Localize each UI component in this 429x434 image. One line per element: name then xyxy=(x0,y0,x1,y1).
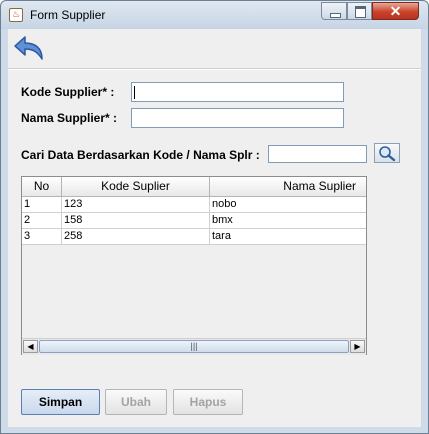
grip-icon: ||| xyxy=(190,341,198,351)
search-button[interactable] xyxy=(374,143,400,163)
cell-no: 3 xyxy=(22,229,62,244)
minimize-icon xyxy=(330,13,341,18)
scrollbar-thumb[interactable]: ||| xyxy=(39,340,349,353)
table-header: No Kode Suplier Nama Suplier xyxy=(22,177,366,197)
ubah-button[interactable]: Ubah xyxy=(105,389,167,415)
cell-kode: 258 xyxy=(62,229,210,244)
nama-supplier-label: Nama Supplier* : xyxy=(21,111,118,125)
search-label: Cari Data Berdasarkan Kode / Nama Splr : xyxy=(21,148,260,162)
horizontal-scrollbar[interactable]: ◀ ||| ▶ xyxy=(22,338,366,355)
table-row[interactable]: 3 258 tara xyxy=(22,229,366,245)
close-button[interactable]: ✕ xyxy=(372,2,419,20)
minimize-button[interactable] xyxy=(321,2,347,20)
table-row[interactable]: 1 123 nobo xyxy=(22,197,366,213)
column-header-nama[interactable]: Nama Suplier xyxy=(210,177,366,196)
cell-no: 1 xyxy=(22,197,62,212)
form-content: Kode Supplier* : Nama Supplier* : Cari D… xyxy=(8,29,421,427)
cell-no: 2 xyxy=(22,213,62,228)
back-arrow-icon xyxy=(14,36,43,60)
nama-supplier-input[interactable] xyxy=(131,108,344,128)
cell-nama: bmx xyxy=(212,214,233,226)
title-bar[interactable]: ♨ Form Supplier ✕ xyxy=(1,1,428,29)
text-caret xyxy=(134,86,135,99)
column-header-kode[interactable]: Kode Suplier xyxy=(62,177,210,196)
magnifier-icon xyxy=(379,146,396,162)
cell-nama: nobo xyxy=(212,198,237,210)
hapus-button[interactable]: Hapus xyxy=(173,389,243,415)
cell-nama: tara xyxy=(212,230,231,242)
kode-supplier-input[interactable] xyxy=(131,82,344,102)
form-supplier-window: ♨ Form Supplier ✕ Kode Supplier* : Nama … xyxy=(0,0,429,434)
window-title: Form Supplier xyxy=(30,8,106,22)
kode-supplier-label: Kode Supplier* : xyxy=(21,85,115,99)
toolbar-separator xyxy=(8,68,421,70)
search-input[interactable] xyxy=(268,145,367,163)
scroll-right-button[interactable]: ▶ xyxy=(350,340,365,353)
cell-kode: 123 xyxy=(62,197,210,212)
scroll-left-icon: ◀ xyxy=(27,342,34,351)
table-row[interactable]: 2 158 bmx xyxy=(22,213,366,229)
maximize-icon xyxy=(355,6,366,18)
cell-kode: 158 xyxy=(62,213,210,228)
close-icon: ✕ xyxy=(389,3,402,19)
maximize-button[interactable] xyxy=(347,2,372,20)
column-header-no[interactable]: No xyxy=(22,177,62,196)
supplier-table: No Kode Suplier Nama Suplier 1 123 nobo … xyxy=(21,176,367,355)
java-cup-icon: ♨ xyxy=(9,8,23,22)
back-button[interactable] xyxy=(12,33,48,65)
scroll-right-icon: ▶ xyxy=(354,342,361,351)
scroll-left-button[interactable]: ◀ xyxy=(23,340,38,353)
simpan-button[interactable]: Simpan xyxy=(21,389,100,415)
